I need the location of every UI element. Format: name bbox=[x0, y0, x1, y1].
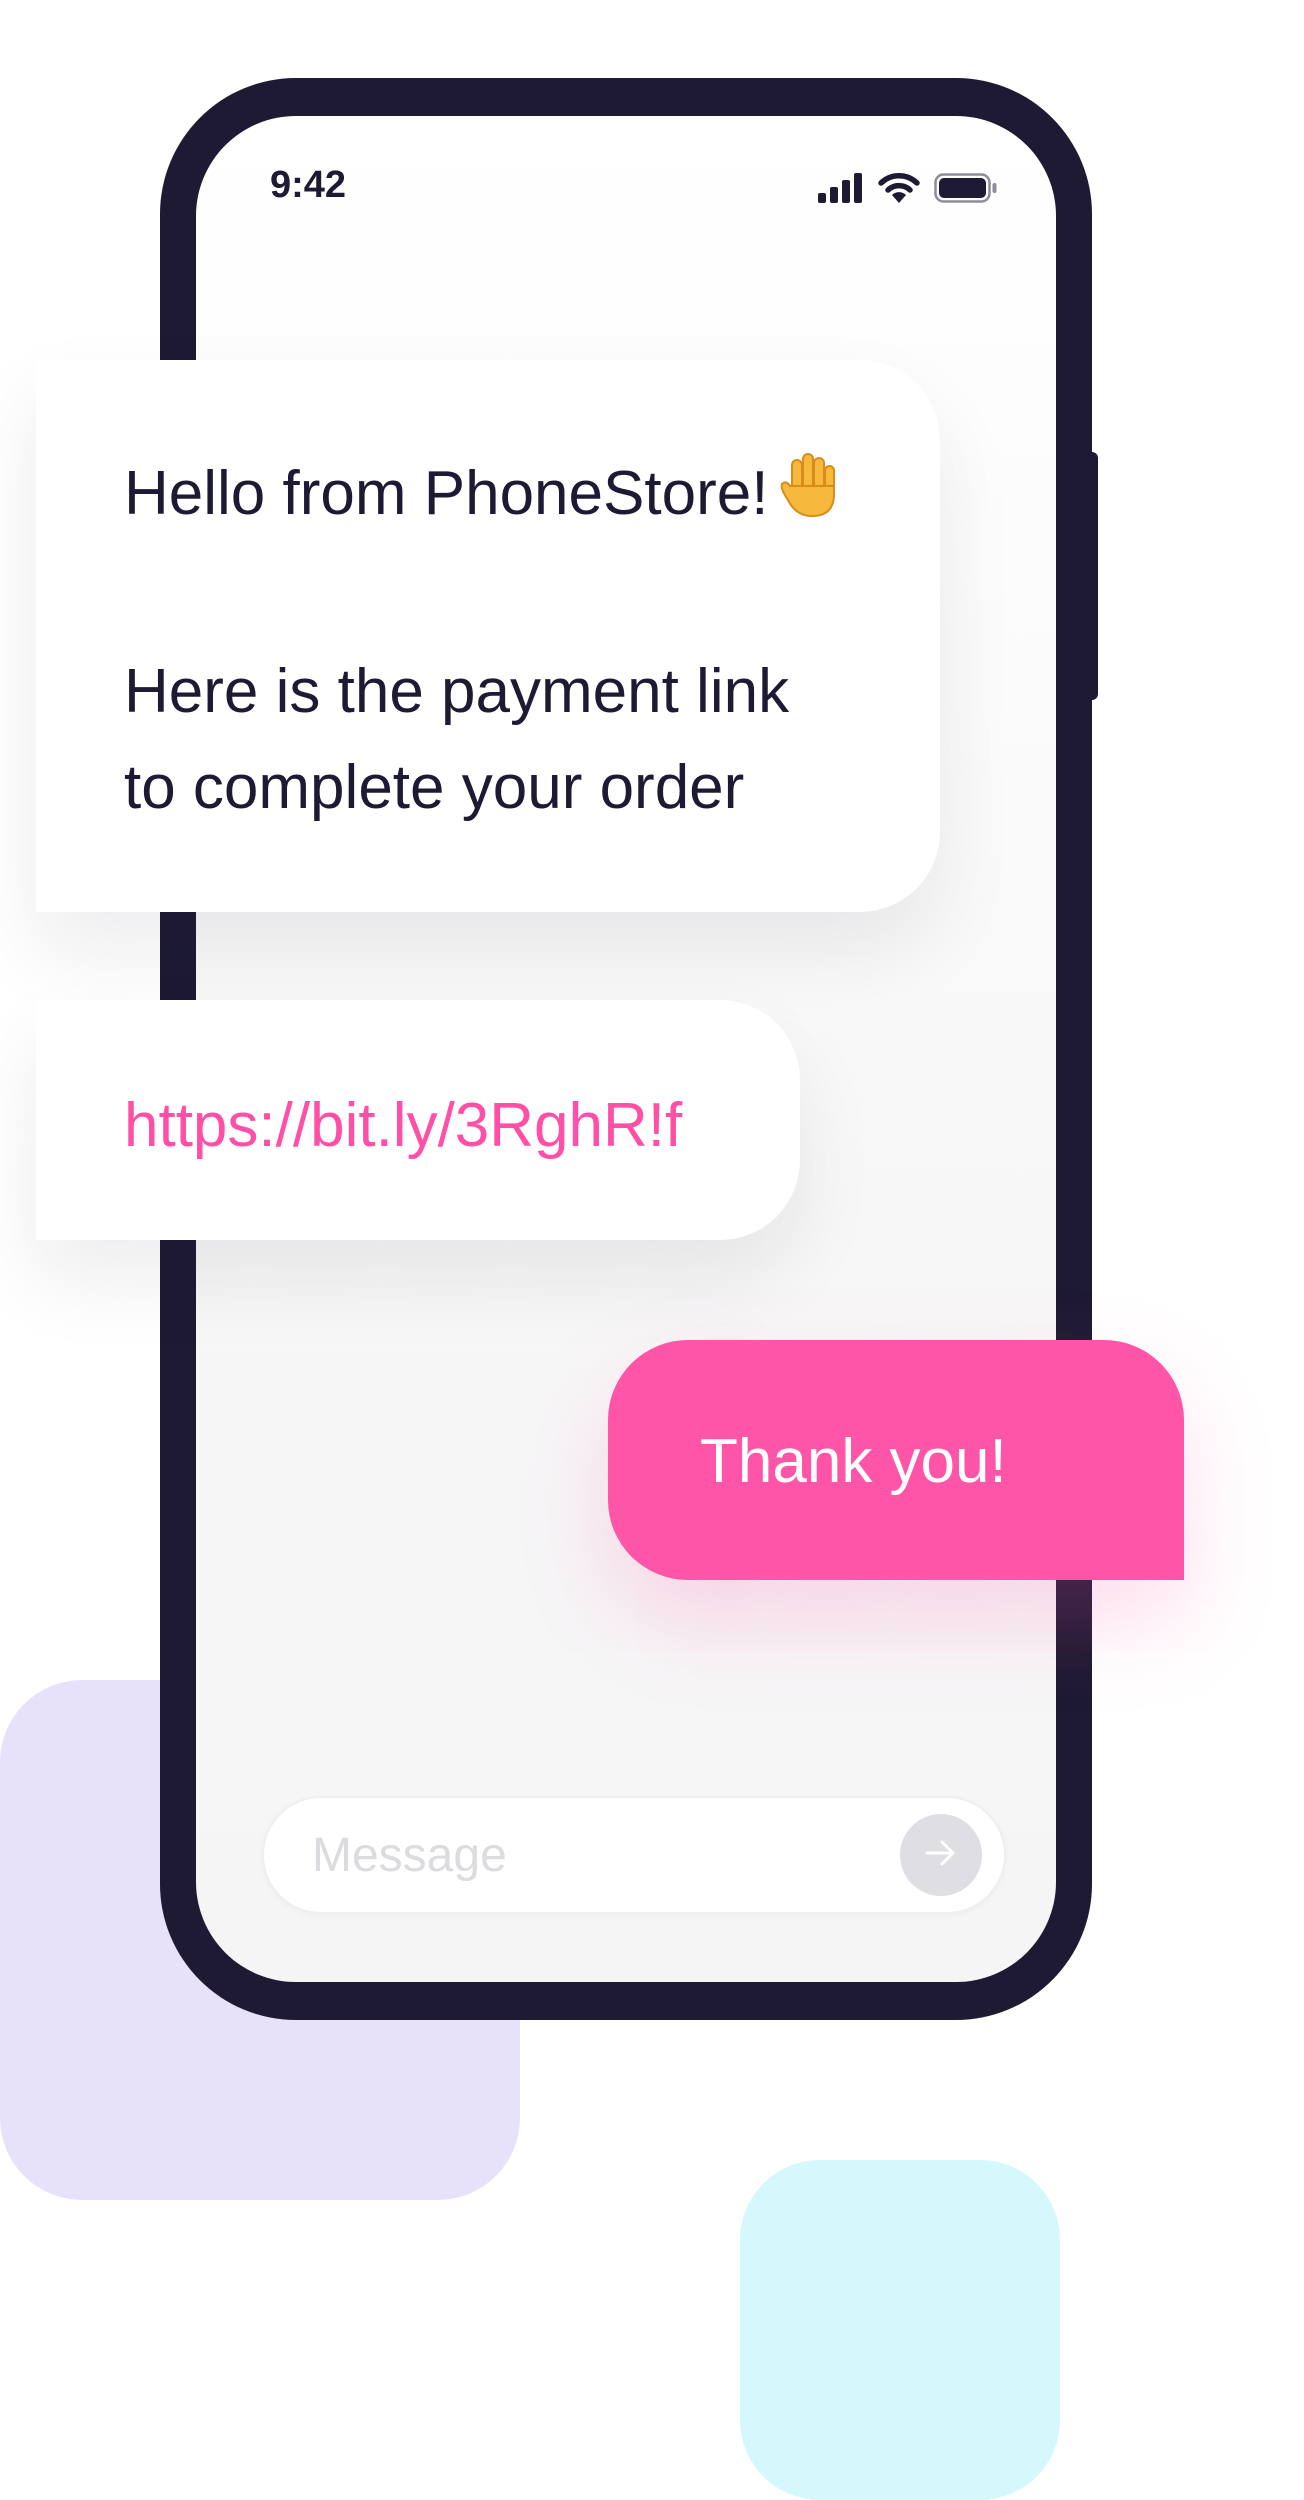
incoming-message-greeting: Hello from PhoneStore! Here is the payme… bbox=[36, 360, 940, 912]
greeting-line-1: Hello from PhoneStore! bbox=[124, 446, 940, 548]
status-time: 9:42 bbox=[270, 164, 347, 206]
message-composer bbox=[262, 1796, 1006, 1914]
arrow-right-icon bbox=[921, 1833, 961, 1878]
incoming-message-link: https://bit.ly/3RghR!f bbox=[36, 1000, 800, 1240]
status-icons bbox=[818, 172, 998, 204]
greeting-text: Hello from PhoneStore! bbox=[124, 459, 769, 528]
raised-hand-icon bbox=[778, 450, 844, 548]
signal-icon bbox=[818, 173, 864, 203]
greeting-spacer bbox=[124, 548, 940, 644]
wifi-icon bbox=[878, 172, 920, 204]
message-input[interactable] bbox=[312, 1820, 872, 1890]
payment-link[interactable]: https://bit.ly/3RghR!f bbox=[124, 1091, 682, 1160]
decorative-cyan-square bbox=[740, 2160, 1060, 2500]
battery-icon bbox=[934, 173, 998, 203]
outgoing-message-reply: Thank you! bbox=[608, 1340, 1184, 1580]
reply-text: Thank you! bbox=[700, 1427, 1007, 1496]
greeting-line-2: Here is the payment link bbox=[124, 657, 790, 726]
greeting-line-3: to complete your order bbox=[124, 753, 745, 822]
phone-side-button bbox=[1088, 452, 1098, 700]
send-button[interactable] bbox=[900, 1814, 982, 1896]
